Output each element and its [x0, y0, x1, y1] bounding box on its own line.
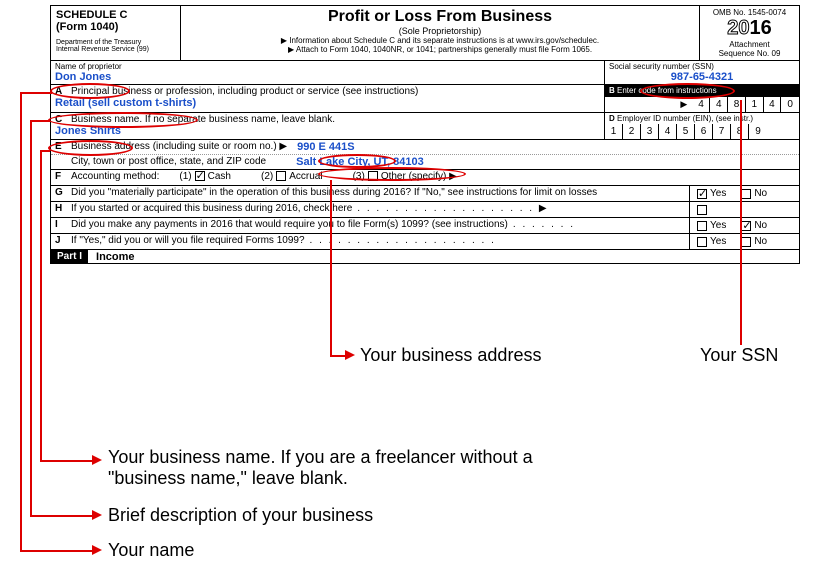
name-label: Name of proprietor: [55, 62, 600, 71]
line-bizname-h: [40, 460, 95, 462]
arrow-name: [92, 545, 102, 555]
row-f: F Accounting method: (1) Cash (2) Accrua…: [51, 170, 799, 186]
schedule-c-form: SCHEDULE C (Form 1040) Department of the…: [50, 5, 800, 264]
business-code[interactable]: ▶ 448140: [605, 97, 799, 112]
arrow-addr: [345, 350, 355, 360]
street-address[interactable]: 990 E 441S: [297, 141, 355, 153]
row-c-label: Business name. If no separate business n…: [71, 114, 335, 125]
part-1-title: Income: [96, 251, 135, 263]
line-addr-v: [330, 180, 332, 355]
city-label: City, town or post office, state, and ZI…: [71, 156, 266, 168]
j-yes-checkbox[interactable]: [697, 237, 707, 247]
cash-checkbox[interactable]: [195, 171, 205, 181]
city-state-zip[interactable]: Salt Lake City, UT, 84103: [296, 156, 424, 168]
row-i: I Did you make any payments in 2016 that…: [51, 218, 799, 234]
ssn-value[interactable]: 987-65-4321: [609, 71, 795, 83]
info-line-1: ▶ Information about Schedule C and its s…: [183, 36, 697, 45]
annotation-addr: Your business address: [360, 345, 541, 366]
part-1-header: Part I Income: [51, 250, 799, 263]
accrual-checkbox[interactable]: [276, 171, 286, 181]
annotation-desc: Brief description of your business: [108, 505, 373, 526]
g-no-checkbox[interactable]: [741, 189, 751, 199]
principal-business[interactable]: Retail (sell custom t-shirts): [55, 97, 600, 109]
row-a: APrincipal business or profession, inclu…: [51, 85, 799, 113]
ein-boxes[interactable]: 123456789: [605, 124, 799, 139]
form-label: (Form 1040): [56, 21, 175, 33]
j-no-checkbox[interactable]: [741, 237, 751, 247]
line-name-h: [20, 550, 95, 552]
header-left: SCHEDULE C (Form 1040) Department of the…: [51, 6, 181, 60]
dept-label: Department of the Treasury: [56, 39, 175, 46]
annotation-bizname: Your business name. If you are a freelan…: [108, 447, 578, 489]
ssn-label: Social security number (SSN): [609, 62, 795, 71]
form-subtitle: (Sole Proprietorship): [183, 26, 697, 36]
row-j-text: If "Yes," did you or will you file requi…: [71, 235, 305, 248]
address-label: Business address (including suite or roo…: [71, 141, 287, 153]
line-name-v: [20, 92, 22, 550]
row-g-text: Did you "materially participate" in the …: [71, 187, 597, 200]
i-no-checkbox[interactable]: [741, 221, 751, 231]
annotation-ssn: Your SSN: [700, 345, 778, 366]
row-i-text: Did you make any payments in 2016 that w…: [71, 219, 508, 232]
tax-year: 2016: [704, 17, 795, 40]
omb-number: OMB No. 1545-0074: [704, 8, 795, 17]
row-h-text: If you started or acquired this business…: [71, 203, 352, 216]
header-right: OMB No. 1545-0074 2016 Attachment Sequen…: [699, 6, 799, 60]
conn-desc: [30, 120, 50, 122]
i-yes-checkbox[interactable]: [697, 221, 707, 231]
ein-label: Employer ID number (EIN), (see instr.): [617, 114, 753, 123]
line-bizname-v: [40, 150, 42, 460]
proprietor-name[interactable]: Don Jones: [55, 71, 600, 83]
name-row: Name of proprietor Don Jones Social secu…: [51, 61, 799, 85]
row-e: E Business address (including suite or r…: [51, 140, 799, 170]
sequence-number: Sequence No. 09: [704, 49, 795, 58]
row-h: H If you started or acquired this busine…: [51, 202, 799, 218]
header-center: Profit or Loss From Business (Sole Propr…: [181, 6, 699, 60]
info-line-2: ▶ Attach to Form 1040, 1040NR, or 1041; …: [183, 45, 697, 54]
conn-bizname: [40, 150, 50, 152]
row-j: J If "Yes," did you or will you file req…: [51, 234, 799, 250]
h-checkbox[interactable]: [697, 205, 707, 215]
other-checkbox[interactable]: [368, 171, 378, 181]
line-desc-h: [30, 515, 95, 517]
annotation-name: Your name: [108, 540, 194, 561]
row-c: CBusiness name. If no separate business …: [51, 113, 799, 140]
arrow-bizname: [92, 455, 102, 465]
line-ssn: [740, 100, 742, 345]
row-g: G Did you "materially participate" in th…: [51, 186, 799, 202]
form-title: Profit or Loss From Business: [183, 8, 697, 26]
irs-label: Internal Revenue Service (99): [56, 46, 175, 53]
accounting-label: Accounting method:: [71, 171, 159, 184]
line-desc-v: [30, 120, 32, 515]
code-label: Enter code from instructions: [617, 86, 717, 95]
business-name[interactable]: Jones Shirts: [55, 125, 600, 137]
schedule-label: SCHEDULE C: [56, 9, 175, 21]
arrow-desc: [92, 510, 102, 520]
row-a-label: Principal business or profession, includ…: [71, 86, 418, 97]
conn-name: [20, 92, 52, 94]
attachment-label: Attachment: [704, 40, 795, 49]
g-yes-checkbox[interactable]: [697, 189, 707, 199]
